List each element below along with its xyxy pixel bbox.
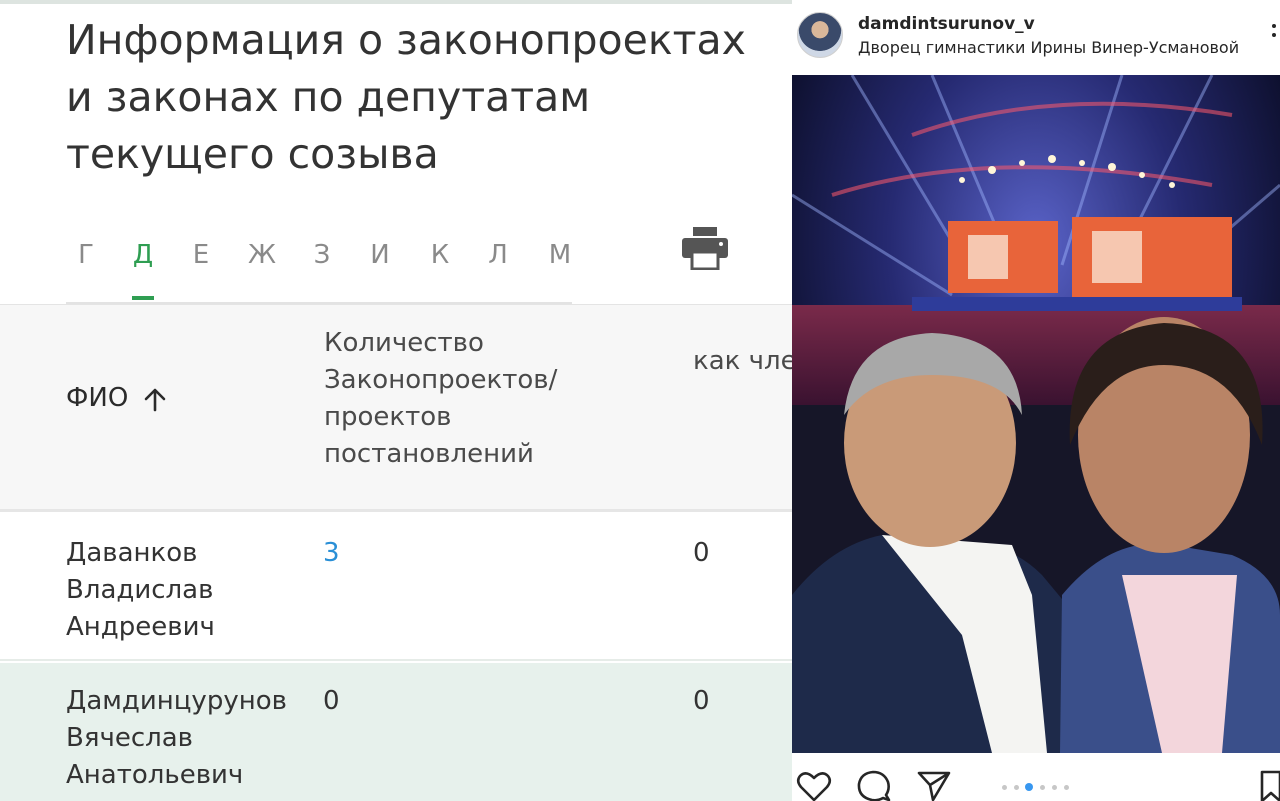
tab-letter-z[interactable]: З xyxy=(304,240,340,270)
column-header-fio[interactable]: ФИО xyxy=(66,383,128,413)
carousel-dot xyxy=(1064,785,1069,790)
tab-letter-k[interactable]: К xyxy=(422,240,458,270)
deputy-name: Даванков Владислав Андреевич xyxy=(66,538,215,642)
avatar[interactable] xyxy=(797,12,843,58)
bookmark-icon[interactable] xyxy=(1258,769,1280,801)
column-header-bills-count: Количество Законопроектов/ проектов пост… xyxy=(324,328,558,469)
tab-letter-m[interactable]: М xyxy=(542,240,578,270)
post-username[interactable]: damdintsurunov_v xyxy=(858,14,1035,34)
carousel-dots xyxy=(1002,783,1092,793)
alphabet-tabs: Г Д Е Ж З И К Л М xyxy=(66,226,572,304)
post-location[interactable]: Дворец гимнастики Ирины Винер-Усмановой xyxy=(858,38,1239,57)
more-icon[interactable] xyxy=(1268,22,1280,48)
tab-letter-l[interactable]: Л xyxy=(480,240,516,270)
print-icon[interactable] xyxy=(682,226,728,271)
tab-letter-e[interactable]: Е xyxy=(183,240,219,270)
tab-letter-g[interactable]: Г xyxy=(68,240,104,270)
post-actions-bar xyxy=(792,753,1280,801)
carousel-dot xyxy=(1002,785,1007,790)
tab-letter-zh[interactable]: Ж xyxy=(244,240,280,270)
tab-letter-i[interactable]: И xyxy=(362,240,398,270)
share-icon[interactable] xyxy=(916,769,952,801)
table-header: ФИО Количество Законопроектов/ проектов … xyxy=(0,304,792,512)
page-title: Информация о законопроектах и законах по… xyxy=(66,16,746,178)
post-photo[interactable] xyxy=(792,75,1280,753)
column-header-federation-council: как член Совета Федерации xyxy=(693,346,792,376)
deputy-name: Дамдинцурунов Вячеслав Анатольевич xyxy=(66,686,287,790)
table-row: Дамдинцурунов Вячеслав Анатольевич 0 0 xyxy=(0,663,792,801)
carousel-dot xyxy=(1014,785,1019,790)
tab-letter-d[interactable]: Д xyxy=(125,240,161,270)
carousel-dot-active xyxy=(1025,783,1033,791)
comment-icon[interactable] xyxy=(856,769,892,801)
top-bar xyxy=(0,0,792,4)
instagram-post: damdintsurunov_v Дворец гимнастики Ирины… xyxy=(792,0,1280,801)
bills-count: 0 xyxy=(323,686,340,716)
sort-arrow-up-icon[interactable] xyxy=(142,387,168,413)
council-count: 0 xyxy=(693,686,710,716)
bills-count-link[interactable]: 3 xyxy=(323,535,340,572)
heart-icon[interactable] xyxy=(796,769,832,801)
carousel-dot xyxy=(1052,785,1057,790)
table-row: Даванков Владислав Андреевич 3 0 xyxy=(0,515,792,661)
deputies-info-panel: Информация о законопроектах и законах по… xyxy=(0,0,792,801)
active-tab-indicator xyxy=(132,296,154,300)
council-count: 0 xyxy=(693,538,710,568)
carousel-dot xyxy=(1040,785,1045,790)
